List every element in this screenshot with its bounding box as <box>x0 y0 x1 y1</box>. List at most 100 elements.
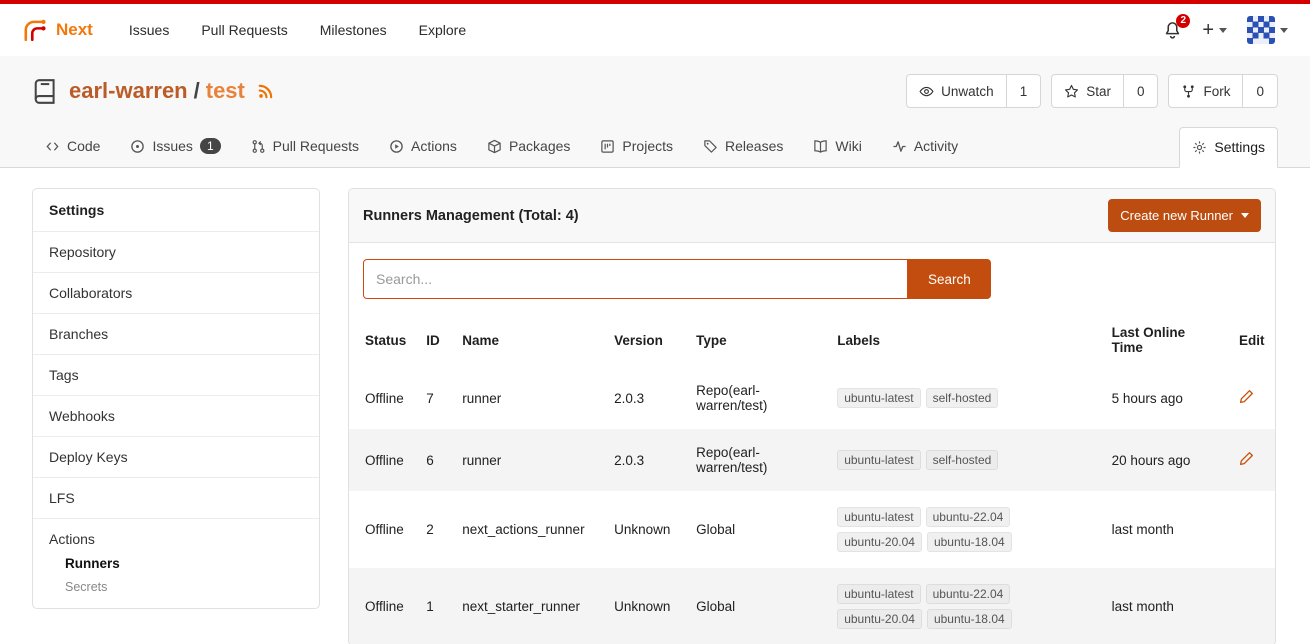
stars-count[interactable]: 0 <box>1124 74 1159 108</box>
rss-feed-icon[interactable] <box>257 82 275 100</box>
panel-header: Runners Management (Total: 4) Create new… <box>349 189 1275 243</box>
sidebar-item-lfs[interactable]: LFS <box>33 477 319 518</box>
main-content: Settings Repository Collaborators Branch… <box>0 168 1310 644</box>
page-title: earl-warren / test <box>69 78 245 104</box>
code-icon <box>45 139 60 154</box>
runner-last-online: last month <box>1102 568 1229 644</box>
create-new-dropdown[interactable]: + <box>1202 20 1227 40</box>
sidebar-item-webhooks[interactable]: Webhooks <box>33 395 319 436</box>
nav-issues[interactable]: Issues <box>129 22 169 38</box>
create-new-runner-button[interactable]: Create new Runner <box>1108 199 1261 232</box>
runner-id: 1 <box>416 568 452 644</box>
tab-label: Packages <box>509 138 570 154</box>
user-menu-dropdown[interactable] <box>1247 16 1288 44</box>
tab-label: Issues <box>152 138 192 154</box>
sidebar-header: Settings <box>33 189 319 231</box>
tab-packages[interactable]: Packages <box>474 126 583 167</box>
runner-name: next_starter_runner <box>452 568 604 644</box>
label-badge: self-hosted <box>926 388 999 408</box>
label-badge: ubuntu-18.04 <box>927 609 1012 629</box>
pencil-icon <box>1239 389 1254 404</box>
project-board-icon <box>600 139 615 154</box>
forgejo-logo-link[interactable]: Next <box>22 17 93 43</box>
unwatch-button[interactable]: Unwatch <box>906 74 1007 108</box>
tab-wiki[interactable]: Wiki <box>800 126 874 167</box>
tab-actions[interactable]: Actions <box>376 126 470 167</box>
nav-pull-requests[interactable]: Pull Requests <box>201 22 287 38</box>
edit-runner-button[interactable] <box>1239 389 1254 404</box>
label-badge: self-hosted <box>926 450 999 470</box>
sidebar-item-tags[interactable]: Tags <box>33 354 319 395</box>
runner-version: 2.0.3 <box>604 367 686 429</box>
notifications-button[interactable]: 2 <box>1163 21 1182 40</box>
forks-count[interactable]: 0 <box>1243 74 1278 108</box>
tab-label: Projects <box>622 138 673 154</box>
repo-separator: / <box>194 78 200 104</box>
runner-status: Offline <box>349 568 416 644</box>
tab-issues[interactable]: Issues 1 <box>117 126 233 167</box>
tab-label: Pull Requests <box>273 138 359 154</box>
create-runner-label: Create new Runner <box>1120 208 1233 223</box>
runner-id: 6 <box>416 429 452 491</box>
tab-settings[interactable]: Settings <box>1179 127 1278 168</box>
repo-owner-link[interactable]: earl-warren <box>69 78 188 104</box>
nav-milestones[interactable]: Milestones <box>320 22 387 38</box>
sidebar-item-runners[interactable]: Runners <box>49 547 303 571</box>
search-input[interactable] <box>363 259 908 299</box>
sidebar-item-collaborators[interactable]: Collaborators <box>33 272 319 313</box>
sidebar-item-secrets[interactable]: Secrets <box>49 571 303 594</box>
label-badge: ubuntu-latest <box>837 450 920 470</box>
sidebar-group-actions: Actions Runners Secrets <box>33 518 319 608</box>
sidebar-item-actions[interactable]: Actions <box>49 531 303 547</box>
star-label: Star <box>1086 84 1111 99</box>
column-header-id: ID <box>416 313 452 367</box>
runner-labels: ubuntu-latest self-hosted <box>837 388 1022 408</box>
issue-icon <box>130 139 145 154</box>
pull-request-icon <box>251 139 266 154</box>
chevron-down-icon <box>1241 213 1249 218</box>
tab-label: Settings <box>1214 139 1265 155</box>
runner-labels: ubuntu-latest ubuntu-22.04 ubuntu-20.04 … <box>837 584 1022 629</box>
nav-explore[interactable]: Explore <box>419 22 466 38</box>
issues-count-badge: 1 <box>200 138 221 154</box>
sidebar-item-branches[interactable]: Branches <box>33 313 319 354</box>
top-navigation: Issues Pull Requests Milestones Explore <box>129 22 466 38</box>
watchers-count[interactable]: 1 <box>1007 74 1042 108</box>
watch-button-group: Unwatch 1 <box>906 74 1041 108</box>
book-icon <box>813 139 828 154</box>
tag-icon <box>703 139 718 154</box>
star-icon <box>1064 84 1079 99</box>
eye-icon <box>919 84 934 99</box>
search-button[interactable]: Search <box>908 259 991 299</box>
sidebar-item-repository[interactable]: Repository <box>33 231 319 272</box>
fork-button[interactable]: Fork <box>1168 74 1243 108</box>
runner-id: 2 <box>416 491 452 568</box>
runner-type: Global <box>686 491 827 568</box>
label-badge: ubuntu-latest <box>837 507 920 527</box>
play-circle-icon <box>389 139 404 154</box>
edit-runner-button[interactable] <box>1239 451 1254 466</box>
repo-header-band: earl-warren / test Unwatch <box>0 56 1310 168</box>
column-header-status: Status <box>349 313 416 367</box>
tab-label: Activity <box>914 138 958 154</box>
runner-name: runner <box>452 367 604 429</box>
column-header-labels: Labels <box>827 313 1101 367</box>
star-button-group: Star 0 <box>1051 74 1158 108</box>
tab-releases[interactable]: Releases <box>690 126 796 167</box>
label-badge: ubuntu-22.04 <box>926 507 1011 527</box>
tab-label: Code <box>67 138 100 154</box>
label-badge: ubuntu-20.04 <box>837 532 922 552</box>
runners-table: Status ID Name Version Type Labels Last … <box>349 313 1275 644</box>
star-button[interactable]: Star <box>1051 74 1124 108</box>
label-badge: ubuntu-18.04 <box>927 532 1012 552</box>
tab-projects[interactable]: Projects <box>587 126 686 167</box>
tab-activity[interactable]: Activity <box>879 126 971 167</box>
runner-last-online: 5 hours ago <box>1102 367 1229 429</box>
tab-pull-requests[interactable]: Pull Requests <box>238 126 372 167</box>
tab-code[interactable]: Code <box>32 126 113 167</box>
top-navbar: Next Issues Pull Requests Milestones Exp… <box>0 0 1310 56</box>
runner-type: Repo(earl-warren/test) <box>686 429 827 491</box>
label-badge: ubuntu-20.04 <box>837 609 922 629</box>
sidebar-item-deploy-keys[interactable]: Deploy Keys <box>33 436 319 477</box>
repo-name-link[interactable]: test <box>206 78 245 104</box>
